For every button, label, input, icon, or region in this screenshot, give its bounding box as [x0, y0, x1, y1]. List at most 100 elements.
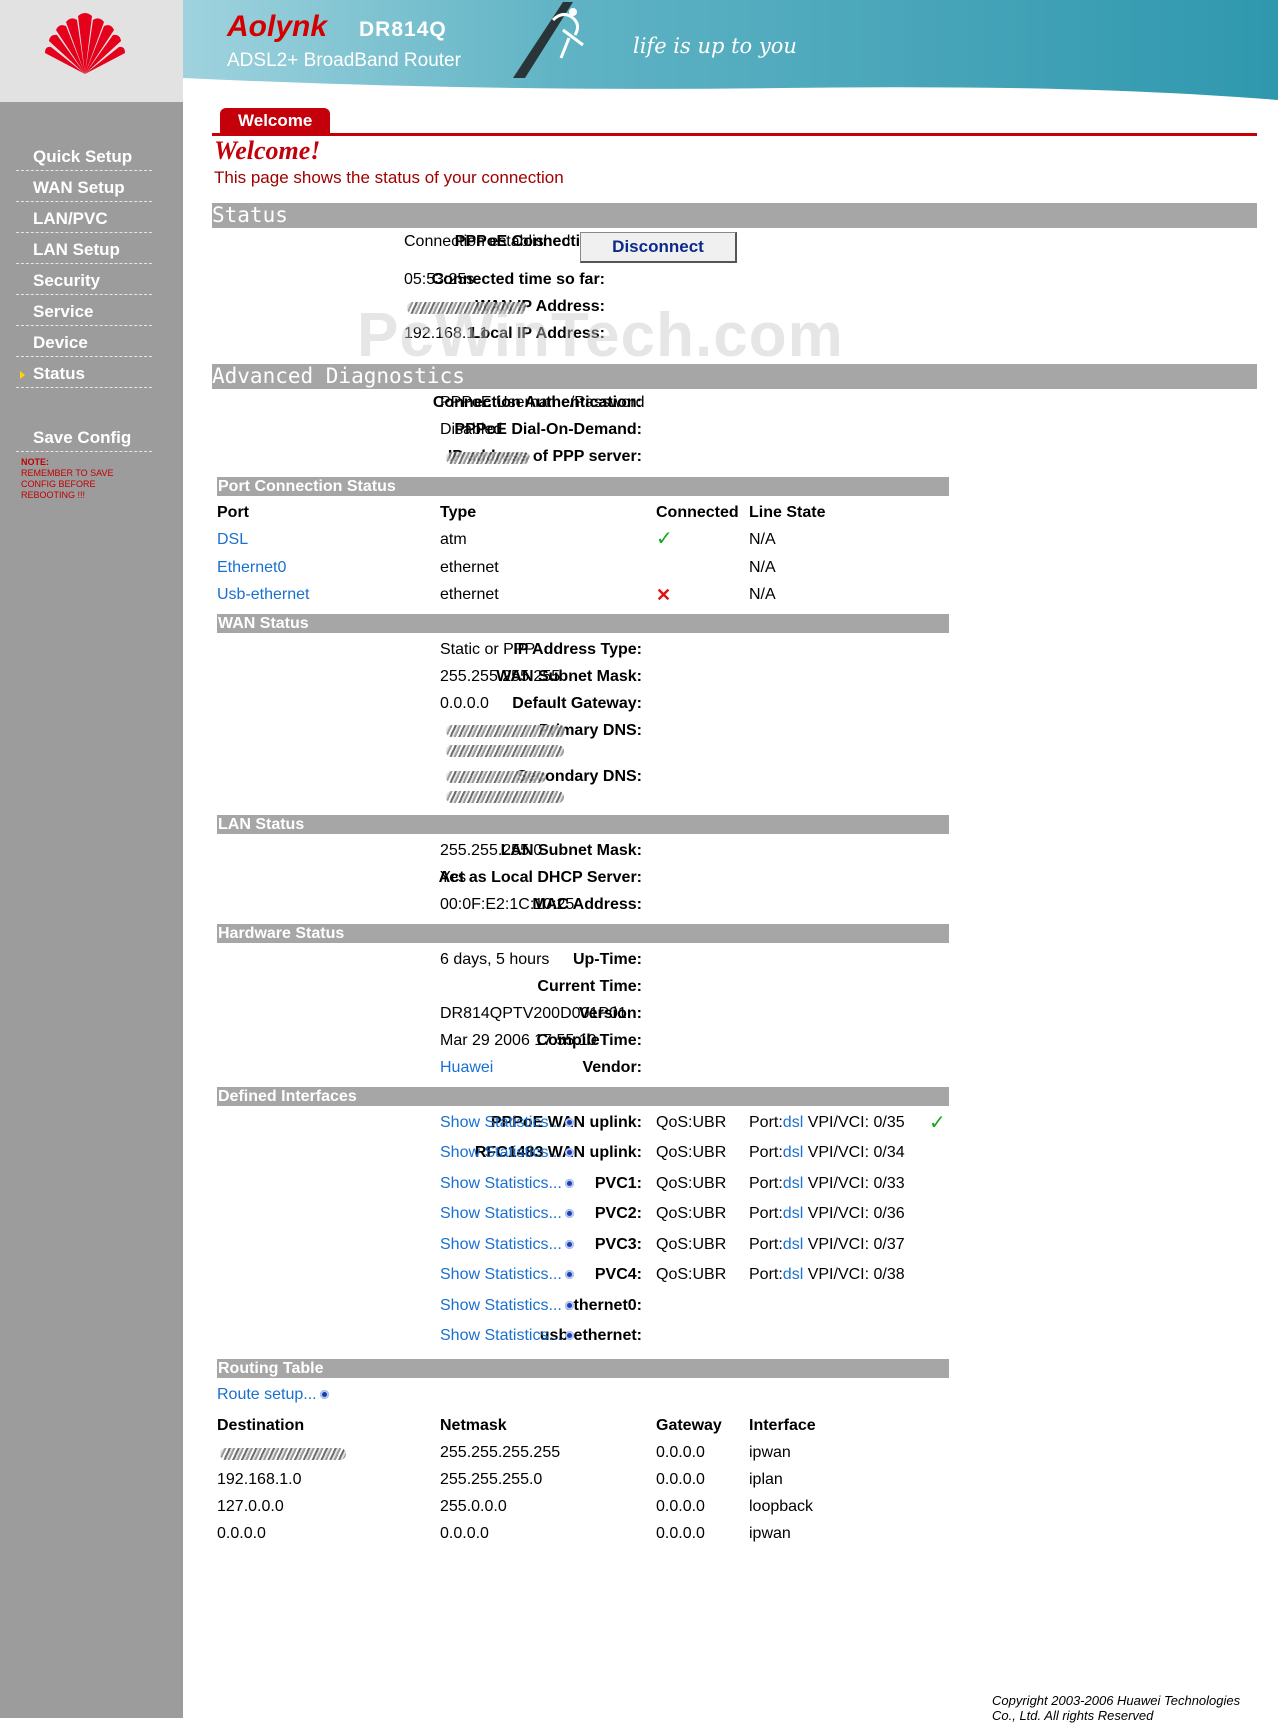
port-info: Port:dsl VPI/VCI: 0/38	[749, 1266, 905, 1284]
arrow-bullet-icon	[564, 1209, 574, 1219]
nav-service[interactable]: Service	[16, 300, 152, 326]
show-statistics-link[interactable]: Show Statistics...	[440, 1266, 574, 1284]
interface-name: PVC2:	[594, 1205, 642, 1222]
nav-status[interactable]: Status	[16, 362, 152, 388]
dial-on-demand-value: Disabled	[440, 421, 503, 438]
show-statistics-label: Show Statistics...	[440, 1236, 562, 1253]
qos-value: QoS:UBR	[656, 1114, 727, 1131]
huawei-logo-icon	[45, 13, 125, 75]
port-type: ethernet	[440, 559, 499, 576]
dhcp-server-value: Yes	[440, 869, 467, 886]
dhcp-server-label: Act as Local DHCP Server:	[438, 869, 642, 886]
port-prefix: Port:	[749, 1114, 783, 1131]
route-destination-redacted	[220, 1448, 346, 1460]
port-dsl-link[interactable]: dsl	[783, 1175, 803, 1192]
wan-mask-value: 255.255.255.255	[440, 668, 561, 685]
port-line-state: N/A	[749, 559, 776, 576]
connected-time-value: 05:53:25s	[404, 271, 475, 288]
col-gateway: Gateway	[656, 1417, 722, 1434]
port-dsl-link[interactable]: dsl	[783, 1114, 803, 1131]
logo-area	[0, 0, 183, 102]
nav-wan-setup[interactable]: WAN Setup	[16, 176, 152, 202]
nav-lan-setup[interactable]: LAN Setup	[16, 238, 152, 264]
port-link-ethernet0[interactable]: Ethernet0	[217, 559, 286, 577]
col-netmask: Netmask	[440, 1417, 507, 1434]
default-gateway-value: 0.0.0.0	[440, 695, 489, 712]
tab-welcome[interactable]: Welcome	[220, 108, 331, 133]
port-line-state: N/A	[749, 586, 776, 603]
arrow-bullet-icon	[564, 1179, 574, 1189]
interface-name: ethernet0:	[564, 1297, 642, 1314]
section-advanced-diagnostics: Advanced Diagnostics	[212, 364, 1257, 389]
nav-security[interactable]: Security	[16, 269, 152, 295]
qos-value: QoS:UBR	[656, 1144, 727, 1161]
uptime-label: Up-Time:	[572, 951, 642, 968]
port-link-dsl[interactable]: DSL	[217, 531, 248, 549]
route-netmask: 255.255.255.255	[440, 1444, 561, 1461]
show-statistics-link[interactable]: Show Statistics...	[440, 1144, 574, 1162]
product-subtitle: ADSL2+ BroadBand Router	[227, 50, 461, 71]
nav-device[interactable]: Device	[16, 331, 152, 357]
primary-dns-redacted	[446, 725, 566, 737]
nav-save-config[interactable]: Save Config	[16, 426, 152, 452]
note-text: REMEMBER TO SAVE CONFIG BEFORE REBOOTING…	[21, 468, 114, 500]
brand-name: Aolynk	[227, 10, 328, 43]
section-port-status: Port Connection Status	[217, 477, 949, 496]
show-statistics-label: Show Statistics...	[440, 1266, 562, 1283]
port-dsl-link[interactable]: dsl	[783, 1144, 803, 1161]
route-gateway: 0.0.0.0	[656, 1525, 705, 1542]
route-netmask: 255.255.255.0	[440, 1471, 543, 1488]
vpi-vci: VPI/VCI: 0/37	[807, 1236, 905, 1253]
section-lan-title: LAN Status	[218, 816, 305, 833]
connected-check-icon: ✓	[656, 528, 673, 550]
route-interface: loopback	[749, 1498, 814, 1515]
route-netmask: 0.0.0.0	[440, 1525, 489, 1542]
show-statistics-link[interactable]: Show Statistics...	[440, 1297, 574, 1315]
default-gateway-label: Default Gateway:	[512, 695, 642, 712]
active-check-icon: ✓	[929, 1112, 946, 1134]
port-link-usb-ethernet[interactable]: Usb-ethernet	[217, 586, 310, 604]
model-name: DR814Q	[359, 18, 447, 41]
port-dsl-link[interactable]: dsl	[783, 1266, 803, 1283]
port-info: Port:dsl VPI/VCI: 0/36	[749, 1205, 905, 1223]
port-dsl-link[interactable]: dsl	[783, 1236, 803, 1253]
show-statistics-label: Show Statistics...	[440, 1327, 562, 1344]
arrow-bullet-icon	[564, 1331, 574, 1341]
show-statistics-link[interactable]: Show Statistics...	[440, 1175, 574, 1193]
port-dsl-link[interactable]: dsl	[783, 1205, 803, 1222]
section-port-title: Port Connection Status	[218, 478, 396, 495]
arrow-bullet-icon	[564, 1270, 574, 1280]
route-destination: 192.168.1.0	[217, 1471, 302, 1488]
show-statistics-link[interactable]: Show Statistics...	[440, 1327, 574, 1345]
section-hardware-status: Hardware Status	[217, 924, 949, 943]
section-routing-title: Routing Table	[218, 1360, 324, 1377]
slogan: life is up to you	[633, 34, 797, 58]
port-prefix: Port:	[749, 1144, 783, 1161]
show-statistics-link[interactable]: Show Statistics...	[440, 1114, 574, 1132]
vpi-vci: VPI/VCI: 0/36	[807, 1205, 905, 1222]
port-prefix: Port:	[749, 1236, 783, 1253]
lan-mask-value: 255.255.255.0	[440, 842, 543, 859]
port-info: Port:dsl VPI/VCI: 0/34	[749, 1144, 905, 1162]
port-prefix: Port:	[749, 1205, 783, 1222]
vendor-link[interactable]: Huawei	[440, 1059, 493, 1077]
nav-lan-pvc[interactable]: LAN/PVC	[16, 207, 152, 233]
route-setup-link[interactable]: Route setup...	[217, 1386, 329, 1404]
arrow-bullet-icon	[564, 1148, 574, 1158]
show-statistics-link[interactable]: Show Statistics...	[440, 1236, 574, 1254]
section-routing-table: Routing Table	[217, 1359, 949, 1378]
disconnect-button[interactable]: Disconnect	[580, 232, 737, 263]
col-interface: Interface	[749, 1417, 816, 1434]
port-line-state: N/A	[749, 531, 776, 548]
arrow-bullet-icon	[319, 1390, 329, 1400]
route-gateway: 0.0.0.0	[656, 1471, 705, 1488]
route-interface: ipwan	[749, 1525, 791, 1542]
page-description: This page shows the status of your conne…	[214, 168, 564, 187]
vpi-vci: VPI/VCI: 0/34	[807, 1144, 905, 1161]
interface-name: PVC1:	[594, 1175, 642, 1192]
ip-type-value: Static or PPP	[440, 641, 536, 658]
vendor-label: Vendor:	[582, 1059, 642, 1076]
show-statistics-link[interactable]: Show Statistics...	[440, 1205, 574, 1223]
tab-underline	[212, 133, 1257, 136]
nav-quick-setup[interactable]: Quick Setup	[16, 145, 152, 171]
